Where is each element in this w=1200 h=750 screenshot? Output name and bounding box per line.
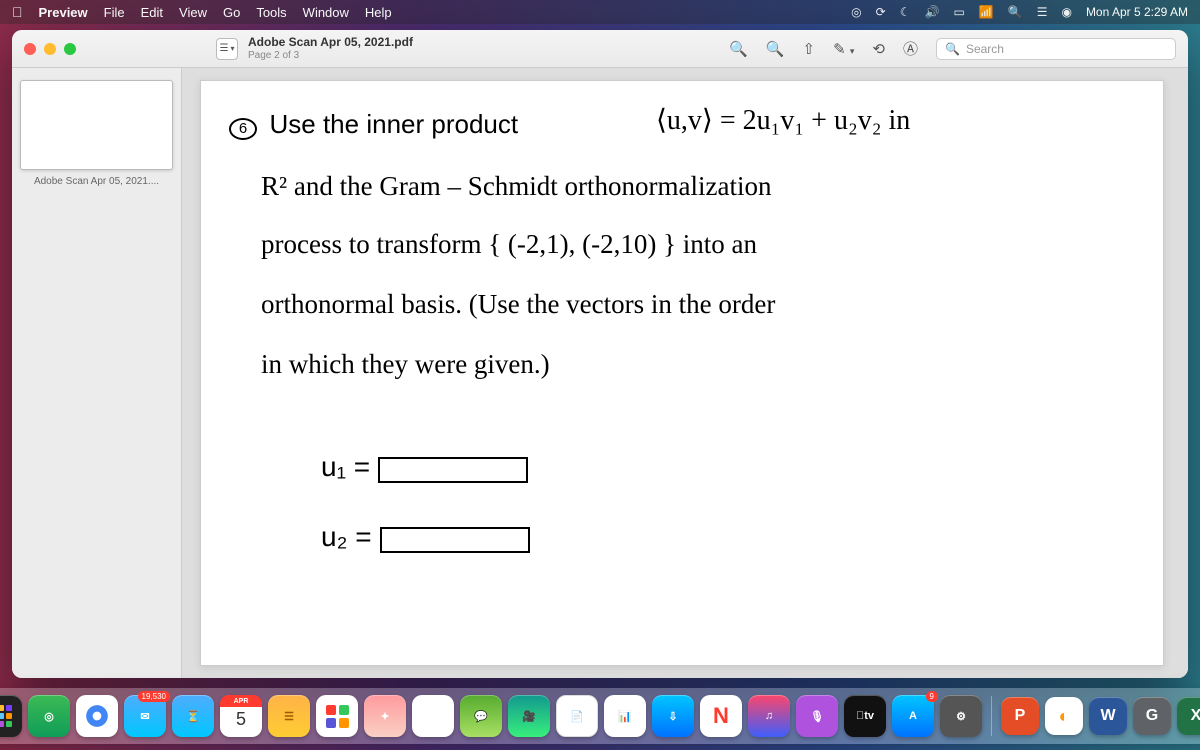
dock-messages[interactable]: 💬 [460, 695, 502, 737]
thumbnail-sidebar: Adobe Scan Apr 05, 2021.... [12, 68, 182, 678]
answer-box-2 [380, 527, 530, 553]
menu-edit[interactable]: Edit [141, 5, 163, 20]
appstore-badge: 9 [926, 691, 938, 702]
window-controls [24, 43, 76, 55]
window-titlebar: ☰▾ Adobe Scan Apr 05, 2021.pdf Page 2 of… [12, 30, 1188, 68]
menubar-clock[interactable]: Mon Apr 5 2:29 AM [1086, 5, 1188, 19]
sidebar-toggle-button[interactable]: ☰▾ [216, 38, 238, 60]
document-viewport[interactable]: 6 Use the inner product ⟨u,v⟩ = 2u₁v₁ + … [182, 68, 1188, 678]
dock-app-3[interactable] [316, 695, 358, 737]
rotate-button[interactable]: ⟲ [872, 40, 885, 58]
minimize-button[interactable] [44, 43, 56, 55]
menu-view[interactable]: View [179, 5, 207, 20]
dock-app-9[interactable]: ◐ [1045, 697, 1083, 735]
dock-appstore[interactable]: A9 [892, 695, 934, 737]
hw-line1b: ⟨u,v⟩ = 2u₁v₁ + u₂v₂ in [656, 103, 910, 137]
hw-u2: u₂ = [321, 521, 372, 552]
dock-app-1[interactable]: ◎ [28, 695, 70, 737]
dock-app-2[interactable]: ☰ [268, 695, 310, 737]
dock-app-6[interactable]: 📊 [604, 695, 646, 737]
mail-badge: 19,530 [138, 691, 170, 702]
menu-go[interactable]: Go [223, 5, 240, 20]
apple-menu[interactable]:  [12, 4, 23, 20]
dock-app-8[interactable]: N [700, 695, 742, 737]
menu-window[interactable]: Window [303, 5, 349, 20]
calendar-day: 5 [220, 709, 262, 730]
menu-help[interactable]: Help [365, 5, 392, 20]
dock-app-g[interactable]: G [1133, 697, 1171, 735]
control-center-icon[interactable]: ☰ [1037, 5, 1048, 19]
page-indicator: Page 2 of 3 [248, 50, 413, 61]
dock-photos[interactable]: ✿ [412, 695, 454, 737]
dock-facetime[interactable]: 🎥 [508, 695, 550, 737]
hw-line1a: Use the inner product [270, 109, 519, 139]
hw-line3: process to transform { (-2,1), (-2,10) }… [261, 229, 757, 260]
problem-number: 6 [229, 118, 257, 140]
dock: ☺ ◉ ◎ ✉19,530 ⏳ APR 5 ☰ ✦ ✿ 💬 🎥 📄 📊 ⇩ N … [0, 688, 1200, 744]
menu-file[interactable]: File [104, 5, 125, 20]
dock-calendar[interactable]: APR 5 [220, 695, 262, 737]
spotlight-icon[interactable]: 🔍 [1008, 5, 1023, 19]
zoom-out-button[interactable]: 🔍 [729, 40, 748, 58]
dock-app-p[interactable]: P [1001, 697, 1039, 735]
dock-podcasts[interactable]: 🎙 [796, 695, 838, 737]
document-page: 6 Use the inner product ⟨u,v⟩ = 2u₁v₁ + … [200, 80, 1164, 666]
dock-launchpad[interactable] [0, 695, 22, 737]
hw-u1: u₁ = [321, 451, 370, 482]
dock-app-7[interactable]: ⇩ [652, 695, 694, 737]
close-button[interactable] [24, 43, 36, 55]
search-field[interactable]: 🔍 Search [936, 38, 1176, 60]
dock-tv[interactable]: tv [844, 695, 886, 737]
dock-excel[interactable]: X [1177, 697, 1200, 735]
hw-line2: R² and the Gram – Schmidt orthonormaliza… [261, 171, 772, 202]
preview-window: ☰▾ Adobe Scan Apr 05, 2021.pdf Page 2 of… [12, 30, 1188, 678]
status-icon-shield[interactable]: ◎ [851, 5, 861, 19]
battery-icon[interactable]: ▭ [953, 5, 964, 19]
wifi-icon[interactable]: 📶 [979, 5, 994, 19]
zoom-in-button[interactable]: 🔍 [766, 40, 785, 58]
do-not-disturb-icon[interactable]: ☾ [900, 5, 911, 19]
status-icon-sync[interactable]: ⟳ [876, 5, 886, 19]
hw-line4: orthonormal basis. (Use the vectors in t… [261, 289, 775, 320]
siri-icon[interactable]: ◉ [1061, 5, 1071, 19]
dock-separator [991, 696, 992, 736]
dock-word[interactable]: W [1089, 697, 1127, 735]
calendar-month: APR [220, 698, 262, 705]
hw-line5: in which they were given.) [261, 349, 550, 380]
dock-music[interactable]: ♫ [748, 695, 790, 737]
fullscreen-button[interactable] [64, 43, 76, 55]
menu-tools[interactable]: Tools [256, 5, 286, 20]
app-name[interactable]: Preview [39, 5, 88, 20]
thumbnail-label: Adobe Scan Apr 05, 2021.... [20, 176, 173, 187]
menubar:  Preview File Edit View Go Tools Window… [0, 0, 1200, 24]
document-title: Adobe Scan Apr 05, 2021.pdf [248, 36, 413, 49]
volume-icon[interactable]: 🔊 [924, 5, 939, 19]
page-thumbnail[interactable] [20, 80, 173, 170]
search-placeholder: Search [966, 42, 1004, 56]
dock-app-4[interactable]: ✦ [364, 695, 406, 737]
share-button[interactable]: ⇧ [803, 40, 816, 58]
dock-screentime[interactable]: ⏳ [172, 695, 214, 737]
dock-chrome[interactable] [76, 695, 118, 737]
dock-settings[interactable]: ⚙ [940, 695, 982, 737]
dock-app-5[interactable]: 📄 [556, 695, 598, 737]
markup-button[interactable]: ✎ ▾ [833, 40, 854, 58]
annotate-button[interactable]: Ⓐ [903, 38, 918, 59]
dock-mail[interactable]: ✉19,530 [124, 695, 166, 737]
search-icon: 🔍 [945, 42, 960, 56]
answer-box-1 [378, 457, 528, 483]
